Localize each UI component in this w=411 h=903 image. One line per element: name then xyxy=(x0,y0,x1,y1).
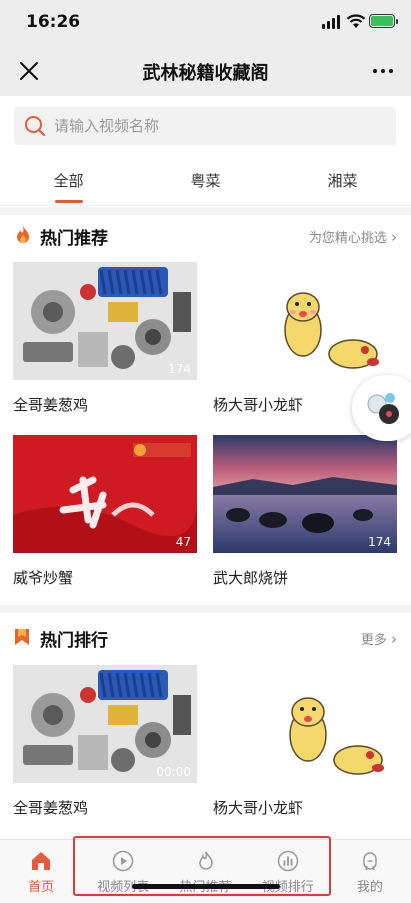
bottom-tab-bar: 首页 视频列表 热门推荐 视频排行 我的 xyxy=(0,839,411,903)
user-icon xyxy=(363,852,377,871)
more-menu-icon[interactable] xyxy=(373,69,393,73)
search-icon xyxy=(25,116,46,137)
section-more-link[interactable]: 为您精心挑选 › xyxy=(309,227,397,246)
video-thumbnail xyxy=(213,262,397,380)
floating-ball[interactable] xyxy=(352,375,411,441)
nav-bar: 武林秘籍收藏阁 xyxy=(0,46,411,96)
tab-label: 首页 xyxy=(28,880,55,895)
video-thumbnail: 47 xyxy=(13,435,197,553)
video-title: 武大郎烧饼 xyxy=(213,569,289,587)
red-poster-image xyxy=(13,435,197,553)
hot-recommend-header: 热门推荐 为您精心挑选 › xyxy=(0,215,411,255)
search-input[interactable] xyxy=(54,107,374,145)
flame-icon xyxy=(17,226,29,243)
cartoon-sticker-image xyxy=(289,697,384,775)
video-thumbnail: 174 xyxy=(213,435,397,553)
chevron-right-icon: › xyxy=(391,630,397,648)
video-title: 全哥姜葱鸡 xyxy=(13,396,89,414)
tab-mine[interactable]: 我的 xyxy=(329,840,411,903)
video-duration: 174 xyxy=(168,362,191,376)
video-title: 全哥姜葱鸡 xyxy=(13,799,89,817)
video-title: 威爷炒蟹 xyxy=(13,569,74,587)
section-title: 热门排行 xyxy=(40,631,108,651)
section-more-link[interactable]: 更多 › xyxy=(361,629,397,648)
home-icon xyxy=(32,852,51,870)
more-link-label: 更多 xyxy=(360,633,387,648)
chevron-right-icon: › xyxy=(391,228,397,246)
video-card[interactable]: 杨大哥小龙虾 xyxy=(213,665,397,818)
video-card[interactable]: 174 武大郎烧饼 xyxy=(213,435,397,588)
video-thumbnail: 00:00 xyxy=(13,665,197,783)
tab-all[interactable]: 全部 xyxy=(0,156,137,205)
tab-label: 我的 xyxy=(356,880,383,895)
more-link-label: 为您精心挑选 xyxy=(308,231,387,246)
video-card[interactable]: 174 全哥姜葱鸡 xyxy=(13,262,197,415)
video-title: 杨大哥小龙虾 xyxy=(213,799,304,817)
tab-video-ranking[interactable]: 视频排行 xyxy=(247,840,329,903)
home-indicator xyxy=(132,884,280,889)
video-duration: 47 xyxy=(175,535,191,549)
play-circle-icon xyxy=(113,850,134,872)
tab-hot-recommend[interactable]: 热门推荐 xyxy=(164,840,246,903)
status-bar: 16:26 xyxy=(0,0,411,46)
tab-home[interactable]: 首页 xyxy=(0,840,82,903)
bookmark-icon xyxy=(15,629,29,645)
divider xyxy=(0,605,411,613)
flame-icon xyxy=(198,851,213,870)
search-box[interactable] xyxy=(14,107,396,145)
video-duration: 00:00 xyxy=(156,765,191,779)
battery-icon xyxy=(369,14,398,28)
category-tabs: 全部 粤菜 湘菜 xyxy=(0,156,411,206)
section-title: 热门推荐 xyxy=(40,229,108,249)
mini-program-float-icon xyxy=(367,393,399,424)
video-thumbnail: 174 xyxy=(13,262,197,380)
signal-icon xyxy=(322,15,342,29)
tab-hunan[interactable]: 湘菜 xyxy=(274,156,411,205)
cartoon-sticker-image xyxy=(284,292,379,369)
video-card[interactable]: 00:00 全哥姜葱鸡 xyxy=(13,665,197,818)
tab-cantonese[interactable]: 粤菜 xyxy=(137,156,274,205)
video-duration: 174 xyxy=(368,535,391,549)
divider xyxy=(0,207,411,215)
bar-chart-icon xyxy=(277,850,298,872)
page-title: 武林秘籍收藏阁 xyxy=(142,63,269,84)
tab-video-list[interactable]: 视频列表 xyxy=(82,840,164,903)
video-card[interactable]: 47 威爷炒蟹 xyxy=(13,435,197,588)
wifi-icon xyxy=(346,14,366,28)
video-thumbnail xyxy=(213,665,397,783)
hot-ranking-header: 热门排行 更多 › xyxy=(0,617,411,657)
search-bar xyxy=(0,96,411,156)
status-time: 16:26 xyxy=(26,12,81,32)
